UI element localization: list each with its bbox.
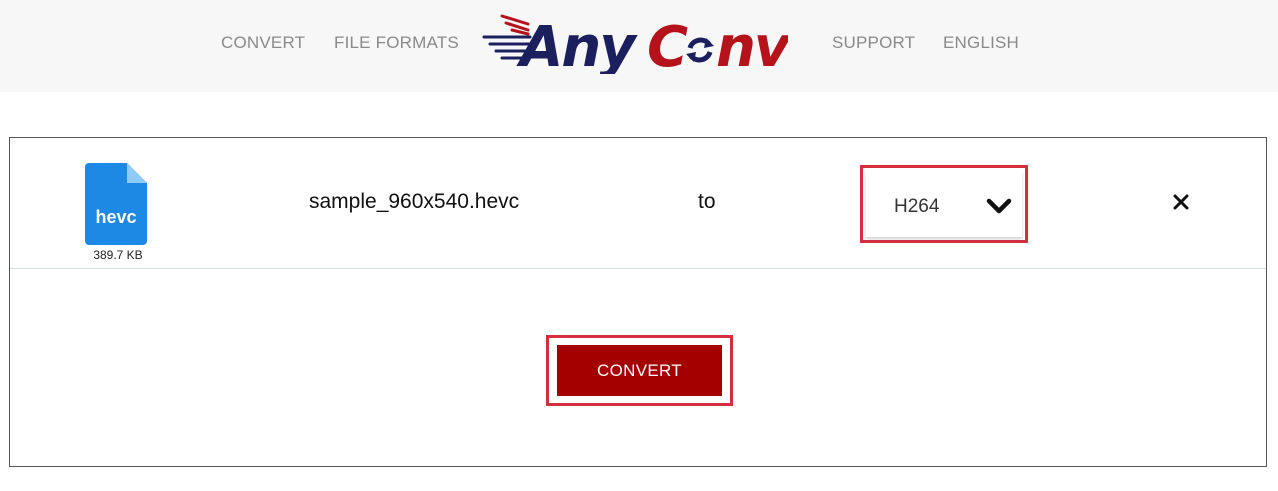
file-icon: hevc [85, 163, 147, 245]
nav-support-link[interactable]: SUPPORT [832, 33, 915, 53]
format-select[interactable]: H264 [860, 165, 1028, 243]
nav-language-link[interactable]: ENGLISH [943, 33, 1019, 53]
file-extension-label: hevc [95, 207, 137, 227]
anyconv-logo[interactable]: Any C nv [482, 10, 788, 74]
svg-text:Any: Any [516, 15, 638, 74]
nav-file-formats-link[interactable]: FILE FORMATS [334, 33, 459, 53]
svg-text:nv: nv [716, 15, 788, 74]
row-divider [10, 268, 1266, 269]
chevron-down-icon[interactable] [986, 196, 1012, 216]
format-select-value: H264 [894, 196, 940, 217]
format-select-box[interactable]: H264 [866, 171, 1022, 237]
conversion-panel: hevc 389.7 KB sample_960x540.hevc to H26… [9, 137, 1267, 467]
to-label: to [698, 190, 716, 213]
convert-button[interactable]: CONVERT [557, 345, 722, 396]
file-size: 389.7 KB [93, 248, 143, 262]
convert-button-highlight: CONVERT [546, 335, 733, 406]
nav-convert-link[interactable]: CONVERT [221, 33, 305, 53]
svg-text:C: C [647, 15, 688, 74]
site-header: CONVERT FILE FORMATS Any C nv SUPPORT EN… [0, 0, 1278, 92]
file-name: sample_960x540.hevc [309, 190, 520, 213]
close-icon[interactable] [1170, 191, 1192, 213]
